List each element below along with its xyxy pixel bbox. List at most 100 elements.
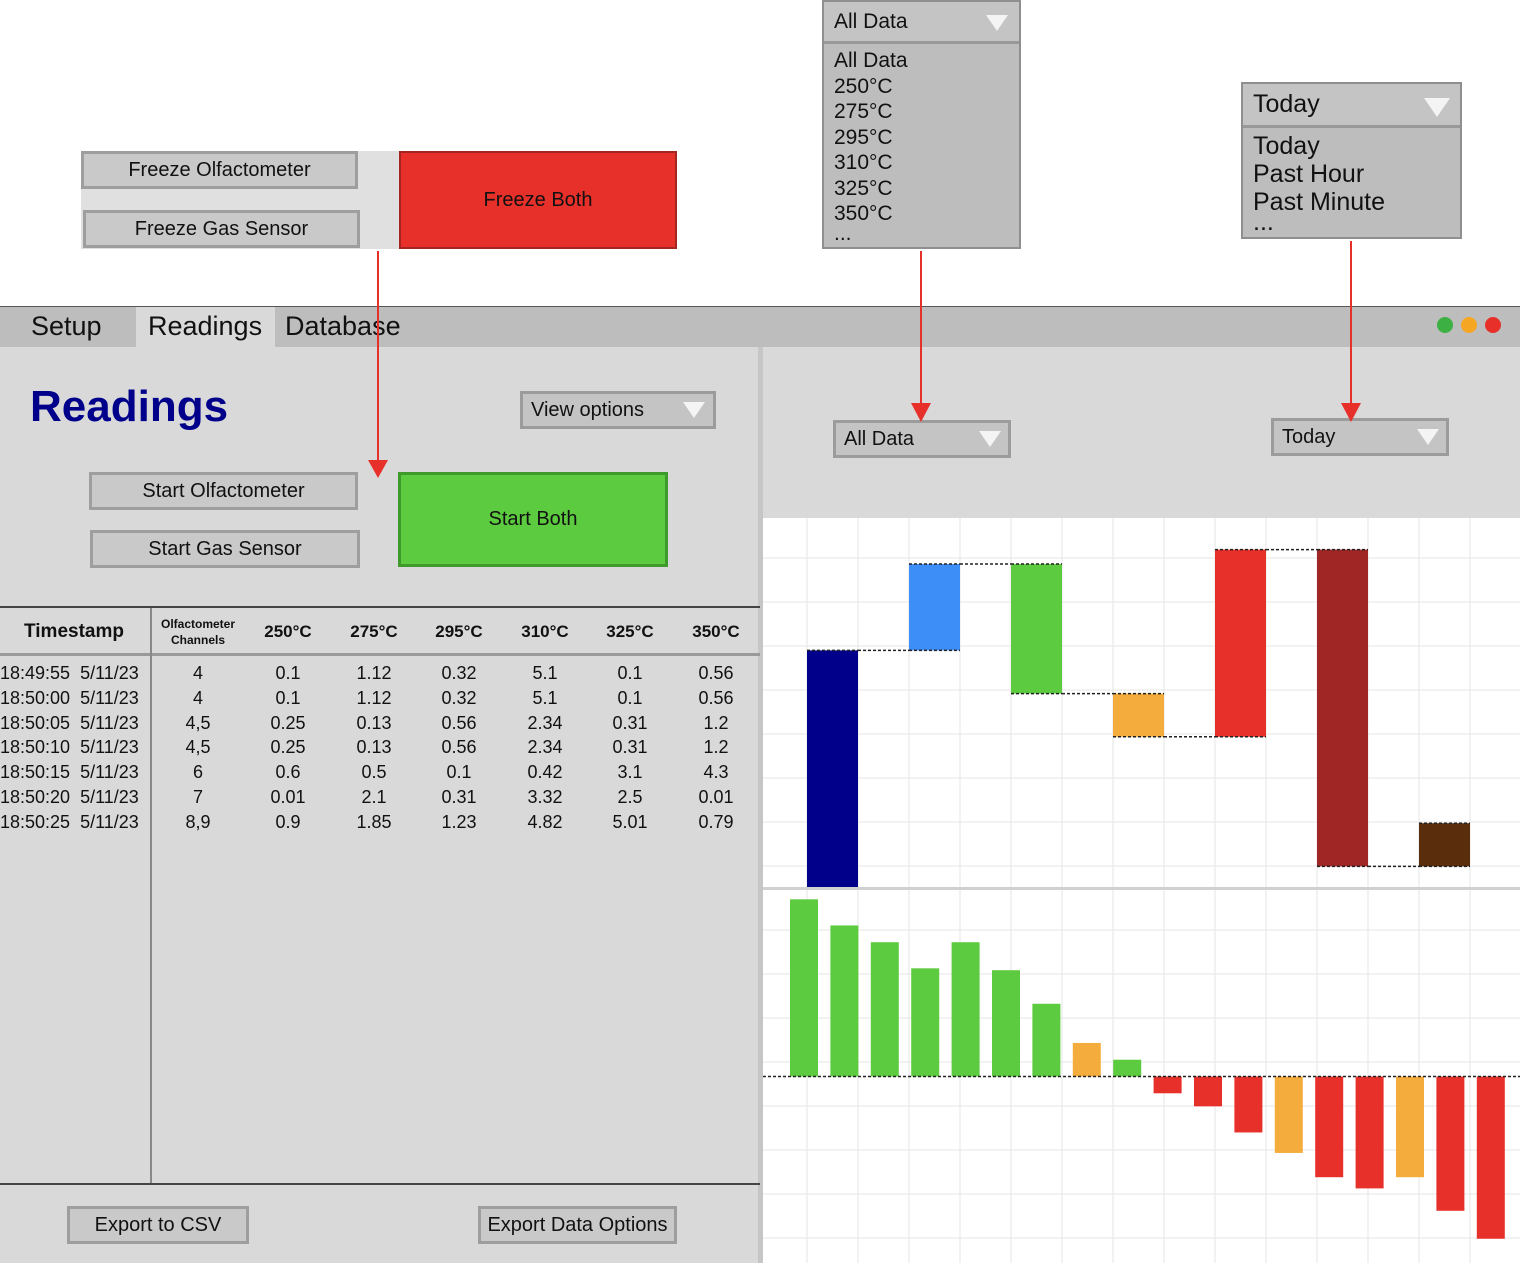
table-cell: 0.1 xyxy=(446,762,472,783)
deviation-bar xyxy=(1113,1059,1142,1077)
start-olfactometer-button[interactable]: Start Olfactometer xyxy=(89,472,358,510)
table-cell: 2.34 xyxy=(527,712,563,733)
table-cell: 3.32 xyxy=(527,787,563,807)
table-cell: 1.12 xyxy=(356,687,392,708)
table-cell: 0.31 xyxy=(441,787,477,807)
deviation-bar xyxy=(790,899,818,1077)
table-bottom-rule xyxy=(0,1183,760,1185)
start-gas-sensor-button[interactable]: Start Gas Sensor xyxy=(90,530,360,568)
table-cell-timestamp: 18:50:10 5/11/23 xyxy=(0,737,139,758)
deviation-bar xyxy=(1436,1076,1465,1211)
waterfall-bar xyxy=(1317,549,1368,867)
time-option-more: ... xyxy=(1253,208,1274,236)
table-cell-timestamp: 18:50:15 5/11/23 xyxy=(0,762,139,783)
chevron-down-icon xyxy=(683,402,705,418)
table-cell: 2.1 xyxy=(361,787,387,807)
th-timestamp: Timestamp xyxy=(24,621,124,642)
deviation-bar xyxy=(911,968,940,1077)
table-cell: 0.56 xyxy=(698,663,734,683)
deviation-bar xyxy=(1032,1003,1061,1077)
waterfall-bar xyxy=(1011,564,1062,694)
deviation-bar-chart xyxy=(763,890,1520,1263)
temp-option[interactable]: 275°C xyxy=(834,99,908,125)
time-option[interactable]: Today xyxy=(1253,132,1385,160)
th-350: 350°C xyxy=(692,622,740,641)
table-cell: 0.25 xyxy=(270,737,306,758)
table-header-rule xyxy=(0,653,760,656)
temp-dropdown-options: All Data 250°C 275°C 295°C 310°C 325°C 3… xyxy=(834,48,908,244)
window-minimize-dot[interactable] xyxy=(1461,317,1477,333)
table-cell: 7 xyxy=(192,787,203,807)
temp-option[interactable]: 250°C xyxy=(834,74,908,100)
freeze-both-button[interactable]: Freeze Both xyxy=(399,151,677,249)
deviation-bar xyxy=(1396,1076,1424,1178)
deviation-bar xyxy=(992,970,1020,1077)
deviation-bar xyxy=(1072,1042,1101,1077)
start-both-button[interactable]: Start Both xyxy=(398,472,668,567)
temp-option[interactable]: 295°C xyxy=(834,125,908,151)
th-310: 310°C xyxy=(521,622,569,641)
table-cell: 1.85 xyxy=(356,811,392,832)
chevron-down-icon xyxy=(986,15,1008,31)
deviation-bar xyxy=(1234,1076,1263,1133)
temp-option[interactable]: 325°C xyxy=(834,176,908,202)
time-option[interactable]: Past Hour xyxy=(1253,160,1385,188)
th-295: 295°C xyxy=(435,622,483,641)
table-cell: 0.13 xyxy=(356,712,392,733)
table-cell: 0.25 xyxy=(270,712,306,733)
table-cell: 2.34 xyxy=(527,737,563,758)
deviation-bar xyxy=(830,925,859,1077)
th-olfactometer-channels: Olfactometer Channels xyxy=(160,617,236,647)
chevron-down-icon xyxy=(979,431,1001,447)
tab-readings[interactable]: Readings xyxy=(148,306,262,346)
table-cell: 4,5 xyxy=(185,737,211,758)
waterfall-bar xyxy=(1113,693,1164,737)
temp-dropdown-expanded-selected: All Data xyxy=(834,9,908,33)
table-cell: 0.6 xyxy=(275,762,301,783)
window-close-dot[interactable] xyxy=(1485,317,1501,333)
freeze-olfactometer-button[interactable]: Freeze Olfactometer xyxy=(81,151,358,189)
export-data-options-button[interactable]: Export Data Options xyxy=(478,1206,677,1244)
table-cell: 0.56 xyxy=(441,737,477,758)
temp-option[interactable]: All Data xyxy=(834,48,908,74)
deviation-bar xyxy=(1355,1076,1384,1189)
table-cell: 1.2 xyxy=(703,712,729,733)
table-cell-timestamp: 18:50:20 5/11/23 xyxy=(0,787,139,807)
table-cell: 8,9 xyxy=(185,811,211,832)
table-cell: 0.5 xyxy=(361,762,387,783)
table-cell: 4.3 xyxy=(703,762,729,783)
temp-filter-label: All Data xyxy=(844,427,915,450)
temp-dropdown-expanded: All Data All Data 250°C 275°C 295°C 310°… xyxy=(822,0,1021,249)
table-cell: 4.82 xyxy=(527,811,563,832)
table-cell: 4 xyxy=(192,663,203,683)
table-cell: 0.1 xyxy=(275,687,301,708)
view-options-label: View options xyxy=(531,398,645,421)
table-cell: 0.01 xyxy=(270,787,306,807)
table-cell: 5.01 xyxy=(612,811,648,832)
time-dropdown-expanded-selected: Today xyxy=(1253,90,1320,118)
table-cell: 0.32 xyxy=(441,687,477,708)
table-cell-timestamp: 18:50:25 5/11/23 xyxy=(0,811,139,832)
waterfall-bar xyxy=(807,650,858,888)
deviation-bar xyxy=(1194,1076,1222,1107)
table-cell: 0.1 xyxy=(617,687,643,708)
th-325: 325°C xyxy=(606,622,654,641)
table-cell: 6 xyxy=(192,762,203,783)
table-cell: 0.9 xyxy=(275,811,301,832)
deviation-bar xyxy=(1476,1076,1505,1239)
table-cell: 0.31 xyxy=(612,737,648,758)
tab-setup[interactable]: Setup xyxy=(31,306,102,346)
freeze-gas-sensor-button[interactable]: Freeze Gas Sensor xyxy=(83,210,360,248)
temp-option[interactable]: 310°C xyxy=(834,150,908,176)
waterfall-bar xyxy=(1419,823,1470,867)
chevron-down-icon xyxy=(1424,98,1450,117)
table-cell: 0.79 xyxy=(698,811,734,832)
table-cell: 0.13 xyxy=(356,737,392,758)
deviation-bar xyxy=(870,942,899,1077)
th-250: 250°C xyxy=(264,622,312,641)
tab-database[interactable]: Database xyxy=(285,306,401,346)
table-cell: 5.1 xyxy=(532,663,558,683)
export-csv-button[interactable]: Export to CSV xyxy=(67,1206,249,1244)
table-cell-timestamp: 18:50:00 5/11/23 xyxy=(0,687,139,708)
window-maximize-dot[interactable] xyxy=(1437,317,1453,333)
